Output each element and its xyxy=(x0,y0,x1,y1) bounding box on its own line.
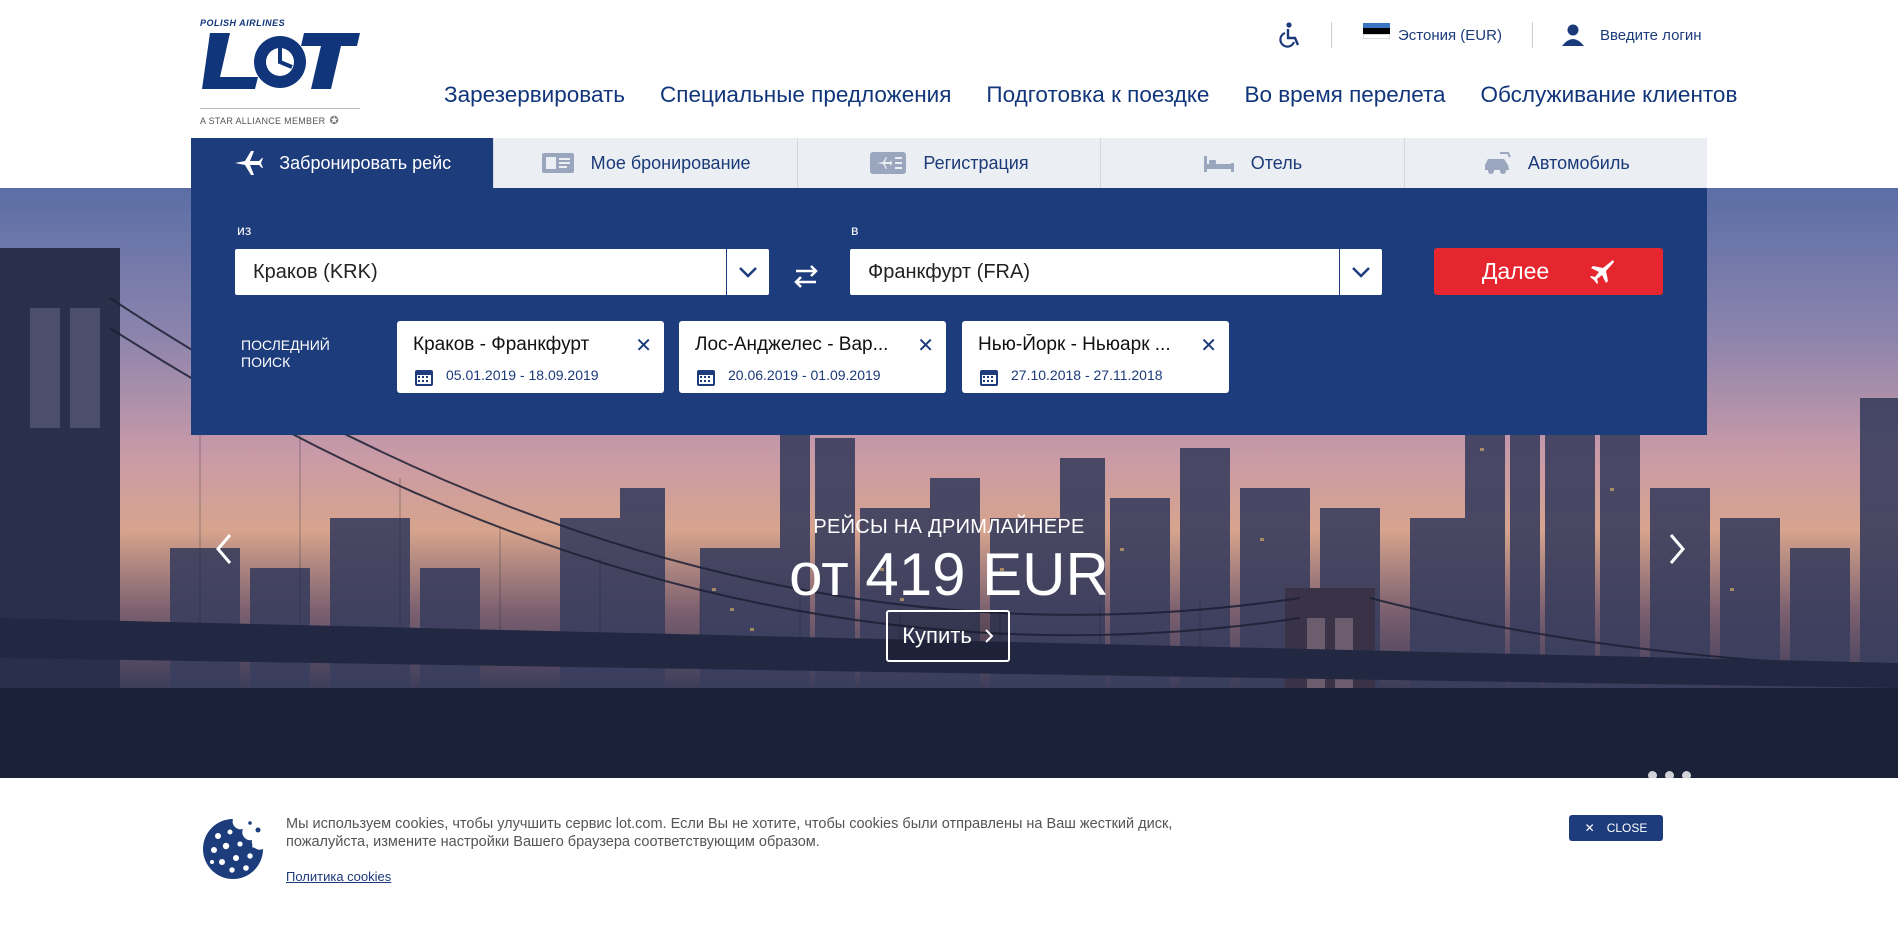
login-link[interactable]: Введите логин xyxy=(1561,20,1702,50)
tab-car-label: Автомобиль xyxy=(1527,152,1630,173)
wheelchair-icon xyxy=(1279,22,1300,48)
chevron-left-icon xyxy=(216,534,232,564)
user-icon xyxy=(1562,24,1584,46)
recent-route: Нью-Йорк - Ньюарк ... xyxy=(978,334,1171,355)
tab-hotel-label: Отель xyxy=(1250,152,1303,173)
car-icon xyxy=(1482,151,1512,175)
next-button-label: Далее xyxy=(1481,258,1550,284)
nav-special-offers[interactable]: Специальные предложения xyxy=(660,82,951,108)
tab-check-in[interactable]: Регистрация xyxy=(797,138,1102,188)
from-value: Краков (KRK) xyxy=(253,260,378,283)
swap-icon xyxy=(794,265,818,288)
from-dropdown-button[interactable] xyxy=(726,249,769,295)
recent-search-card[interactable]: Краков - Франкфурт ✕ 05.01.2019 - 18.09.… xyxy=(397,321,664,393)
divider xyxy=(1532,22,1533,48)
to-field[interactable]: Франкфурт (FRA) xyxy=(850,249,1382,295)
cookie-text: Мы используем cookies, чтобы улучшить се… xyxy=(286,816,1173,850)
calendar-icon xyxy=(697,370,715,386)
recent-route: Краков - Франкфурт xyxy=(413,334,590,355)
next-button[interactable]: Далее xyxy=(1434,248,1663,295)
divider xyxy=(1331,22,1332,48)
plane-icon xyxy=(233,149,264,177)
cookie-icon xyxy=(203,819,263,879)
booking-tabs: Забронировать рейс Мое бронирование Реги… xyxy=(191,138,1708,188)
carousel-prev-button[interactable] xyxy=(214,532,234,571)
carousel-next-button[interactable] xyxy=(1667,532,1687,571)
to-label: в xyxy=(851,222,859,238)
nav-book[interactable]: Зарезервировать xyxy=(444,82,625,108)
cookie-banner: Мы используем cookies, чтобы улучшить се… xyxy=(0,778,1898,940)
flight-search-panel xyxy=(191,188,1707,435)
bed-icon xyxy=(1203,153,1235,173)
chevron-down-icon xyxy=(739,267,757,278)
remove-icon[interactable]: ✕ xyxy=(635,333,652,358)
star-alliance-icon: ✪ xyxy=(329,115,339,127)
tab-book-flight[interactable]: Забронировать рейс xyxy=(191,138,495,188)
lot-logo-mark xyxy=(202,33,360,89)
region-selector[interactable]: Эстония (EUR) xyxy=(1363,20,1502,50)
recent-search-label: ПОСЛЕДНИЙ ПОИСК xyxy=(241,337,330,370)
recent-search-card[interactable]: Нью-Йорк - Ньюарк ... ✕ 27.10.2018 - 27.… xyxy=(962,321,1229,393)
region-label: Эстония (EUR) xyxy=(1398,26,1502,44)
boarding-pass-icon xyxy=(869,151,907,175)
chevron-down-icon xyxy=(1352,267,1370,278)
main-nav: Зарезервировать Специальные предложения … xyxy=(444,82,1737,108)
remove-icon[interactable]: ✕ xyxy=(917,333,934,358)
tab-check-in-label: Регистрация xyxy=(923,152,1029,173)
accessibility-button[interactable] xyxy=(1277,20,1301,50)
promo-price: от 419 EUR xyxy=(789,541,1109,608)
tab-hotel[interactable]: Отель xyxy=(1101,138,1405,188)
tab-book-flight-label: Забронировать рейс xyxy=(279,152,452,173)
calendar-icon xyxy=(415,370,433,386)
cookie-close-button[interactable]: ✕ CLOSE xyxy=(1569,815,1663,841)
nav-trip-preparation[interactable]: Подготовка к поездке xyxy=(986,82,1209,108)
from-field[interactable]: Краков (KRK) xyxy=(235,249,769,295)
recent-dates: 27.10.2018 - 27.11.2018 xyxy=(1011,367,1163,383)
to-dropdown-button[interactable] xyxy=(1339,249,1382,295)
nav-customer-service[interactable]: Обслуживание клиентов xyxy=(1481,82,1738,108)
tab-my-booking-label: Мое бронирование xyxy=(590,152,751,173)
cookie-close-label: CLOSE xyxy=(1606,821,1648,835)
tab-my-booking[interactable]: Мое бронирование xyxy=(494,138,798,188)
recent-dates: 20.06.2019 - 01.09.2019 xyxy=(728,367,881,383)
buy-button-label: Купить xyxy=(902,623,972,648)
to-value: Франкфурт (FRA) xyxy=(868,260,1030,283)
recent-route: Лос-Анджелес - Вар... xyxy=(695,334,889,355)
close-icon: ✕ xyxy=(1584,821,1595,835)
estonia-flag-icon xyxy=(1363,23,1390,39)
calendar-icon xyxy=(980,370,998,386)
recent-dates: 05.01.2019 - 18.09.2019 xyxy=(446,367,599,383)
promo-subtitle: РЕЙСЫ НА ДРИМЛАЙНЕРЕ xyxy=(813,516,1085,538)
recent-search-card[interactable]: Лос-Анджелес - Вар... ✕ 20.06.2019 - 01.… xyxy=(679,321,946,393)
star-alliance-label: A STAR ALLIANCE MEMBER ✪ xyxy=(200,108,360,127)
swap-airports-button[interactable] xyxy=(792,262,820,295)
ticket-icon xyxy=(541,152,575,174)
nav-during-flight[interactable]: Во время перелета xyxy=(1244,82,1445,108)
cookie-policy-link[interactable]: Политика cookies xyxy=(286,869,391,884)
chevron-right-icon xyxy=(985,629,994,643)
from-label: из xyxy=(237,222,252,238)
remove-icon[interactable]: ✕ xyxy=(1200,333,1217,358)
plane-icon xyxy=(1590,259,1615,284)
chevron-right-icon xyxy=(1669,534,1685,564)
lot-logo[interactable]: POLISH AIRLINES A STAR ALLIANCE MEMBER ✪ xyxy=(200,18,365,127)
site-header: POLISH AIRLINES A STAR ALLIANCE MEMBER ✪ … xyxy=(0,0,1898,138)
buy-button[interactable]: Купить xyxy=(886,610,1010,662)
tab-car[interactable]: Автомобиль xyxy=(1404,138,1708,188)
logo-tagline: POLISH AIRLINES xyxy=(200,18,286,28)
login-label: Введите логин xyxy=(1600,26,1702,44)
